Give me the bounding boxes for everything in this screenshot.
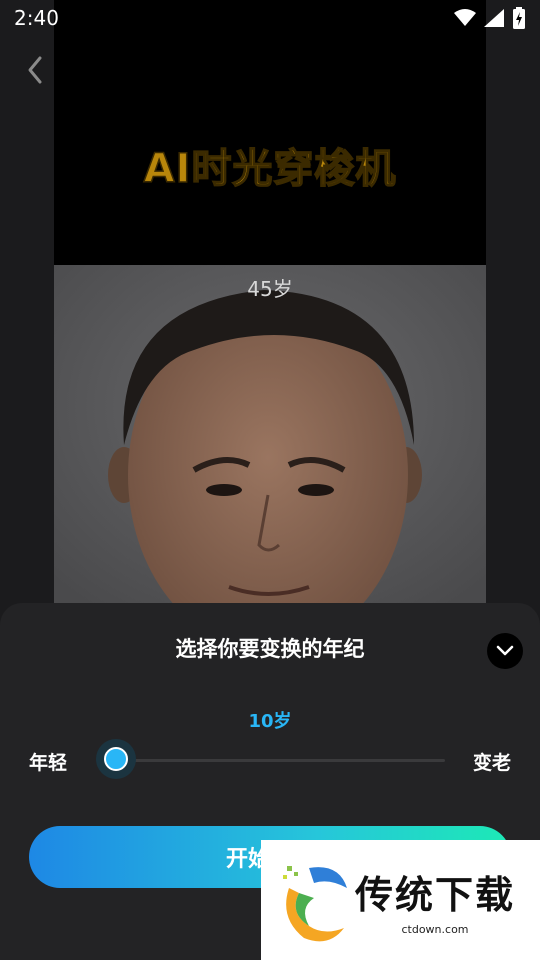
banner-title: AI时光穿梭机	[143, 145, 397, 193]
status-bar: 2:40	[0, 0, 540, 36]
collapse-button[interactable]	[487, 633, 523, 669]
watermark-brand: 传统下载	[355, 873, 516, 917]
signal-icon	[484, 9, 504, 27]
status-icons	[454, 7, 526, 29]
current-age-label: 45岁	[247, 277, 293, 301]
age-slider-track[interactable]	[116, 759, 445, 762]
preview-panel: AI时光穿梭机 45岁	[54, 0, 486, 620]
face-photo: 45岁	[54, 265, 486, 620]
wifi-icon	[454, 9, 476, 26]
portrait-image	[54, 265, 486, 620]
watermark-logo: 传统下载 ctdown.com	[261, 840, 540, 960]
status-time: 2:40	[14, 6, 59, 30]
back-button[interactable]	[22, 52, 50, 88]
slider-max-label: 变老	[472, 752, 511, 774]
chevron-left-icon	[28, 56, 42, 84]
ctdown-logo-icon	[283, 866, 347, 942]
sheet-title: 选择你要变换的年纪	[175, 637, 365, 661]
slider-min-label: 年轻	[29, 752, 68, 774]
battery-charging-icon	[513, 7, 525, 29]
selected-age-value: 10岁	[248, 711, 292, 732]
slider-thumb-inner	[104, 747, 128, 771]
chevron-down-icon	[496, 645, 514, 656]
watermark-url: ctdown.com	[355, 922, 515, 938]
age-slider-thumb[interactable]	[96, 739, 136, 779]
